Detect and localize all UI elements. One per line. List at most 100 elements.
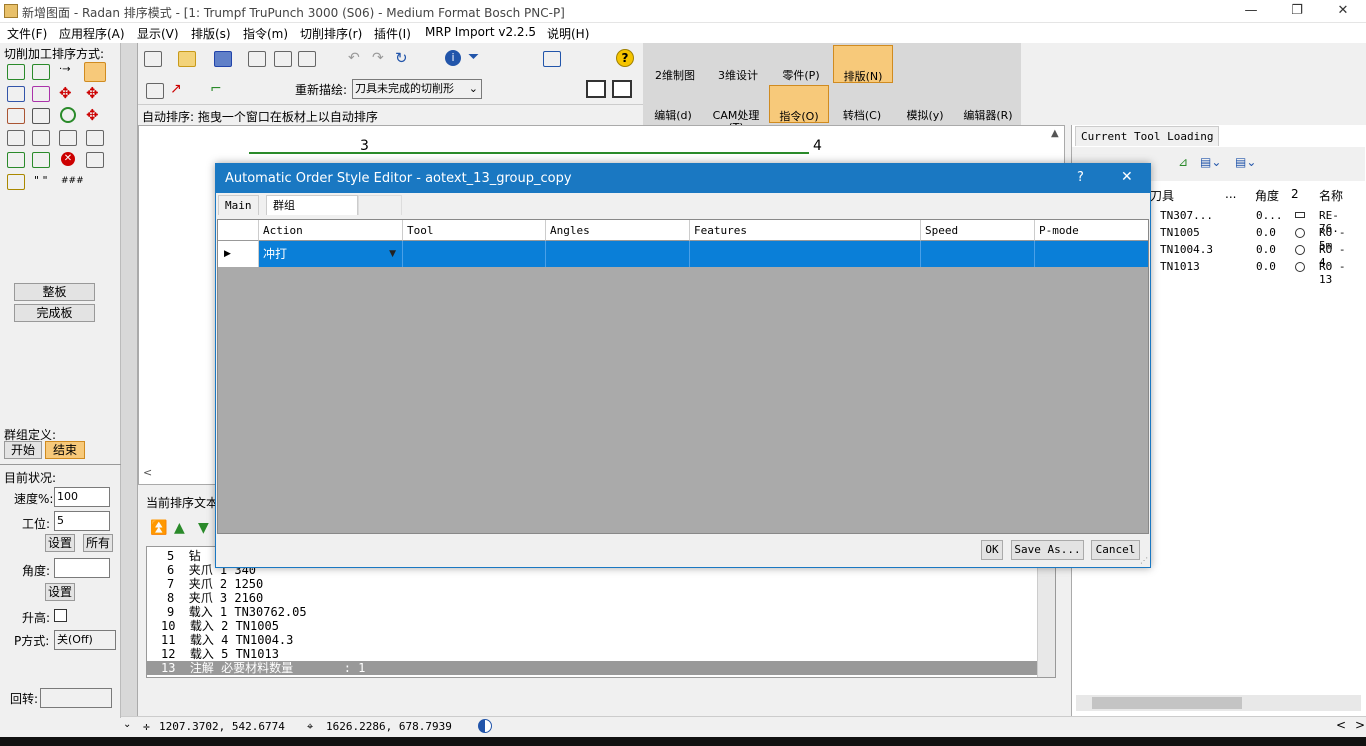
action-cell[interactable]: 冲打 ▼ bbox=[259, 241, 403, 267]
filter-icon[interactable]: ⏷ bbox=[468, 49, 479, 65]
tool-row[interactable]: TN1005 0.0 RO - 5m bbox=[1160, 226, 1365, 252]
convert-button[interactable]: 转档(C) bbox=[832, 85, 892, 123]
sequence-tool-icon[interactable] bbox=[32, 108, 50, 124]
move-icon[interactable]: ✥ bbox=[86, 84, 99, 102]
dialog-close-button[interactable]: ✕ bbox=[1121, 169, 1133, 185]
3d-design-button[interactable]: 3维设计 bbox=[708, 45, 768, 83]
menu-plugins[interactable]: 插件(I) bbox=[374, 25, 411, 42]
save-as-button[interactable]: Save As... bbox=[1011, 540, 1084, 560]
sequence-tool-icon[interactable] bbox=[32, 64, 50, 80]
save-icon[interactable] bbox=[214, 51, 232, 67]
tool-row[interactable]: TN1004.3 0.0 RO - 4. bbox=[1160, 243, 1365, 269]
group-end-button[interactable]: 结束 bbox=[45, 441, 85, 459]
parts-button[interactable]: 零件(P) bbox=[771, 45, 831, 83]
sequence-tool-icon[interactable] bbox=[7, 86, 25, 102]
sequence-line[interactable]: 7 夹爪 2 1250 bbox=[167, 577, 263, 591]
station-input[interactable]: 5 bbox=[54, 511, 110, 531]
move-up-icon[interactable]: ▲ bbox=[174, 520, 185, 536]
sequence-tool-icon[interactable] bbox=[32, 130, 50, 146]
dialog-help-button[interactable]: ? bbox=[1077, 170, 1084, 185]
chart-icon[interactable]: ⊿ bbox=[1178, 155, 1188, 169]
column-header[interactable]: 角度 bbox=[1255, 187, 1279, 204]
color-mode-icon[interactable] bbox=[478, 719, 492, 733]
pen-icon[interactable] bbox=[298, 51, 316, 67]
sequence-tool-icon[interactable] bbox=[7, 64, 25, 80]
finished-sheet-button[interactable]: 完成板 bbox=[14, 304, 95, 322]
ok-button[interactable]: OK bbox=[981, 540, 1003, 560]
scroll-left-icon[interactable]: < bbox=[143, 466, 152, 479]
layout-single-icon[interactable] bbox=[586, 80, 606, 98]
menu-nest[interactable]: 排版(s) bbox=[191, 25, 231, 42]
scrollbar-thumb[interactable] bbox=[1092, 697, 1242, 709]
move-icon[interactable]: ✥ bbox=[86, 106, 99, 124]
menu-mrp-import[interactable]: MRP Import v2.2.5 bbox=[425, 25, 536, 39]
undo-icon[interactable]: ↶ bbox=[348, 50, 360, 66]
move-top-icon[interactable]: ⏫ bbox=[150, 520, 167, 536]
sequence-tool-icon[interactable] bbox=[86, 130, 104, 146]
column-header-tool[interactable]: Tool bbox=[403, 220, 546, 241]
new-file-icon[interactable] bbox=[144, 51, 162, 67]
hash-icon[interactable]: ### bbox=[61, 176, 84, 186]
note-icon[interactable] bbox=[7, 174, 25, 190]
tool-cell[interactable] bbox=[403, 241, 546, 267]
horizontal-scrollbar[interactable] bbox=[1076, 695, 1361, 711]
sequence-line[interactable]: 5 钻 bbox=[167, 549, 201, 563]
menu-application[interactable]: 应用程序(A) bbox=[59, 25, 125, 42]
info-icon[interactable]: i bbox=[445, 50, 461, 66]
column-header-speed[interactable]: Speed bbox=[921, 220, 1035, 241]
sequence-tool-icon-active[interactable] bbox=[84, 62, 106, 82]
column-header[interactable]: 名称 bbox=[1319, 187, 1343, 204]
help-icon[interactable]: ? bbox=[616, 49, 634, 67]
angle-input[interactable] bbox=[54, 558, 110, 578]
pmode-select[interactable]: 关(Off) bbox=[54, 630, 116, 650]
station-set-button[interactable]: 设置 bbox=[45, 534, 75, 552]
redraw-select[interactable]: 刀具未完成的切削形 ⌄ bbox=[352, 79, 482, 99]
station-all-button[interactable]: 所有 bbox=[83, 534, 113, 552]
menu-sequence[interactable]: 切削排序(r) bbox=[300, 25, 362, 42]
column-header-features[interactable]: Features bbox=[690, 220, 921, 241]
refresh-icon[interactable]: ↻ bbox=[395, 49, 408, 67]
edit-button[interactable]: 编辑(d) bbox=[643, 85, 703, 123]
menu-command[interactable]: 指令(m) bbox=[243, 25, 288, 42]
angles-cell[interactable] bbox=[546, 241, 690, 267]
cancel-button[interactable]: Cancel bbox=[1091, 540, 1140, 560]
redo-icon[interactable]: ↷ bbox=[372, 50, 384, 66]
2d-drawing-button[interactable]: 2维制图 bbox=[645, 45, 705, 83]
close-window-button[interactable]: ✕ bbox=[1320, 0, 1366, 23]
layout-split-icon[interactable] bbox=[612, 80, 632, 98]
pencil-icon[interactable] bbox=[274, 51, 292, 67]
whole-sheet-button[interactable]: 整板 bbox=[14, 283, 95, 301]
sequence-tool-icon[interactable] bbox=[32, 152, 50, 168]
dropdown-chevron-icon[interactable]: ⌄ bbox=[123, 719, 131, 730]
sequence-line[interactable]: 9 载入 1 TN30762.05 bbox=[167, 605, 307, 619]
sequence-line-selected[interactable]: 13 注解 必要材料数量 : 1 bbox=[147, 661, 1037, 675]
simulate-button[interactable]: 模拟(y) bbox=[895, 85, 955, 123]
column-header-pmode[interactable]: P-mode bbox=[1035, 220, 1148, 241]
nest-button[interactable]: 排版(N) bbox=[833, 45, 893, 83]
speed-cell[interactable] bbox=[921, 241, 1035, 267]
sequence-line[interactable]: 12 载入 5 TN1013 bbox=[161, 647, 279, 661]
move-icon[interactable]: ✥ bbox=[59, 84, 72, 102]
row-selector-icon[interactable]: ▶ bbox=[218, 241, 259, 267]
delete-icon[interactable]: ✕ bbox=[61, 152, 75, 166]
minimize-button[interactable]: — bbox=[1228, 0, 1274, 23]
features-cell[interactable] bbox=[690, 241, 921, 267]
sequence-tool-icon[interactable] bbox=[7, 130, 25, 146]
sequence-line[interactable]: 8 夹爪 3 2160 bbox=[167, 591, 263, 605]
sequence-tool-icon[interactable] bbox=[59, 130, 77, 146]
scroll-up-icon[interactable]: ▲ bbox=[1051, 128, 1059, 139]
sequence-tool-icon[interactable] bbox=[7, 152, 25, 168]
scroll-left-icon[interactable]: < bbox=[1336, 718, 1346, 732]
resize-grip-icon[interactable]: ⋰ bbox=[1140, 556, 1148, 565]
move-down-icon[interactable]: ▼ bbox=[198, 520, 209, 536]
circle-tool-icon[interactable] bbox=[60, 107, 76, 123]
arrow-tool-icon[interactable]: ↗ bbox=[170, 81, 182, 97]
column-header[interactable]: 刀具 bbox=[1150, 187, 1174, 204]
tab-current-tool-loading[interactable]: Current Tool Loading bbox=[1075, 126, 1220, 146]
pmode-cell[interactable] bbox=[1035, 241, 1148, 267]
column-header[interactable]: ... bbox=[1225, 187, 1236, 201]
scroll-right-icon[interactable]: > bbox=[1355, 718, 1365, 732]
vertical-scroll-strip[interactable] bbox=[121, 43, 138, 718]
view-icon[interactable]: ▤⌄ bbox=[1200, 155, 1221, 169]
dropdown-arrow-icon[interactable]: ▼ bbox=[389, 241, 396, 267]
